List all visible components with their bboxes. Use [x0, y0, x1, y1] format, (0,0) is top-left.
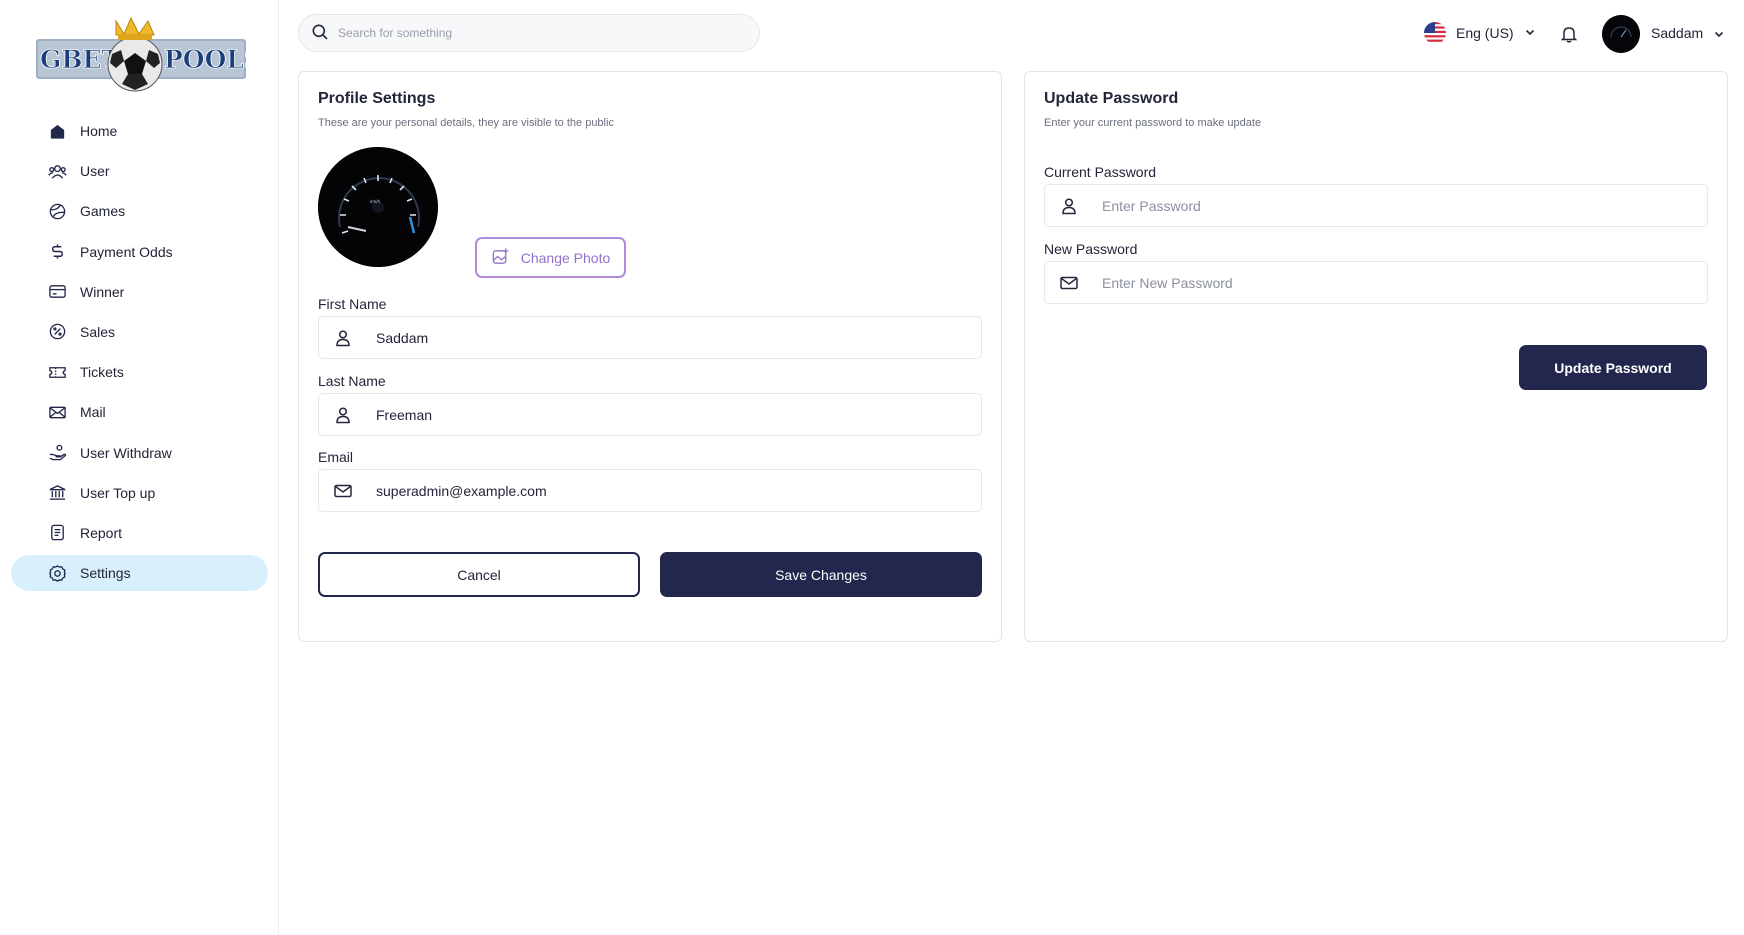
- sidebar-item-user-top-up[interactable]: User Top up: [11, 475, 268, 511]
- users-icon: [47, 161, 67, 181]
- sidebar-nav: Home User Games Payment Odds Winner Sale…: [11, 113, 268, 595]
- sidebar-item-payment-odds[interactable]: Payment Odds: [11, 234, 268, 270]
- sidebar-item-label: Mail: [80, 404, 106, 421]
- mail-icon: [1059, 273, 1079, 293]
- last-name-field[interactable]: [318, 393, 982, 436]
- us-flag-icon: [1424, 22, 1446, 44]
- sidebar-item-games[interactable]: Games: [11, 193, 268, 229]
- change-photo-button[interactable]: Change Photo: [475, 237, 626, 278]
- current-password-input[interactable]: [1102, 197, 1662, 214]
- sidebar-item-label: Winner: [80, 283, 125, 300]
- save-changes-button[interactable]: Save Changes: [660, 552, 982, 597]
- user-icon: [333, 405, 353, 425]
- chevron-down-icon[interactable]: [1713, 27, 1725, 43]
- profile-settings-title: Profile Settings: [318, 90, 436, 107]
- search-icon: [311, 23, 338, 44]
- sidebar-item-label: User: [80, 163, 110, 180]
- sidebar-item-sales[interactable]: Sales: [11, 314, 268, 350]
- new-password-input[interactable]: [1102, 274, 1662, 291]
- change-photo-label: Change Photo: [520, 249, 611, 266]
- profile-settings-subtitle: These are your personal details, they ar…: [318, 117, 614, 129]
- sidebar-item-label: Home: [80, 123, 118, 139]
- report-icon: [47, 523, 67, 543]
- mail-icon: [47, 402, 67, 422]
- sidebar-item-settings[interactable]: Settings: [11, 555, 268, 592]
- card-icon: [47, 282, 67, 302]
- first-name-input[interactable]: [376, 329, 936, 346]
- profile-settings-card: Profile Settings These are your personal…: [298, 71, 1002, 642]
- svg-text:km/h: km/h: [370, 199, 381, 204]
- user-icon: [1059, 196, 1079, 216]
- sidebar-item-label: Games: [80, 203, 126, 220]
- chevron-down-icon: [1524, 25, 1536, 41]
- email-input[interactable]: [376, 482, 936, 499]
- sidebar-item-report[interactable]: Report: [11, 515, 268, 551]
- gear-icon: [47, 563, 67, 583]
- last-name-label: Last Name: [318, 373, 386, 389]
- sidebar-item-label: Settings: [80, 565, 131, 582]
- last-name-input[interactable]: [376, 406, 936, 423]
- dollar-icon: [47, 242, 67, 262]
- sidebar-item-user[interactable]: User: [11, 153, 268, 189]
- language-label: Eng (US): [1456, 25, 1514, 41]
- first-name-field[interactable]: [318, 316, 982, 359]
- logo-text-right: POOLS: [164, 45, 246, 74]
- sidebar-item-mail[interactable]: Mail: [11, 394, 268, 430]
- discount-icon: [47, 322, 67, 342]
- sidebar-item-user-withdraw[interactable]: User Withdraw: [11, 435, 268, 471]
- update-password-title: Update Password: [1044, 90, 1179, 107]
- sidebar-item-winner[interactable]: Winner: [11, 274, 268, 310]
- mail-icon: [333, 481, 353, 501]
- image-upload-icon: [491, 247, 521, 269]
- avatar[interactable]: [1602, 15, 1640, 53]
- new-password-label: New Password: [1044, 241, 1138, 257]
- sidebar-item-tickets[interactable]: Tickets: [11, 354, 268, 390]
- current-password-label: Current Password: [1044, 164, 1157, 180]
- current-password-field[interactable]: [1044, 184, 1708, 227]
- brand-logo[interactable]: GBET POOLS: [36, 16, 262, 98]
- sidebar: GBET POOLS Home User: [0, 0, 279, 935]
- ticket-icon: [47, 362, 67, 382]
- cancel-button[interactable]: Cancel: [318, 552, 640, 597]
- user-icon: [333, 328, 353, 348]
- first-name-label: First Name: [318, 296, 387, 312]
- email-label: Email: [318, 449, 354, 465]
- sidebar-item-home[interactable]: Home: [11, 113, 268, 149]
- search-input[interactable]: [338, 26, 738, 40]
- update-password-card: Update Password Enter your current passw…: [1024, 71, 1728, 642]
- notification-bell-icon[interactable]: [1557, 22, 1581, 46]
- sidebar-item-label: User Top up: [80, 484, 156, 501]
- update-password-button[interactable]: Update Password: [1519, 345, 1707, 390]
- language-selector[interactable]: Eng (US): [1424, 22, 1536, 44]
- sidebar-item-label: Tickets: [80, 364, 124, 381]
- sidebar-item-label: User Withdraw: [80, 444, 172, 461]
- search-bar[interactable]: [298, 14, 760, 52]
- ball-icon: [47, 201, 67, 221]
- email-field[interactable]: [318, 469, 982, 512]
- profile-photo: km/h: [318, 147, 438, 267]
- bank-icon: [47, 483, 67, 503]
- hand-coin-icon: [47, 443, 67, 463]
- update-password-subtitle: Enter your current password to make upda…: [1044, 117, 1262, 129]
- new-password-field[interactable]: [1044, 261, 1708, 304]
- user-name[interactable]: Saddam: [1651, 25, 1703, 41]
- sidebar-item-label: Report: [80, 524, 123, 541]
- home-icon: [47, 121, 67, 141]
- sidebar-item-label: Sales: [80, 323, 116, 340]
- sidebar-item-label: Payment Odds: [80, 243, 173, 260]
